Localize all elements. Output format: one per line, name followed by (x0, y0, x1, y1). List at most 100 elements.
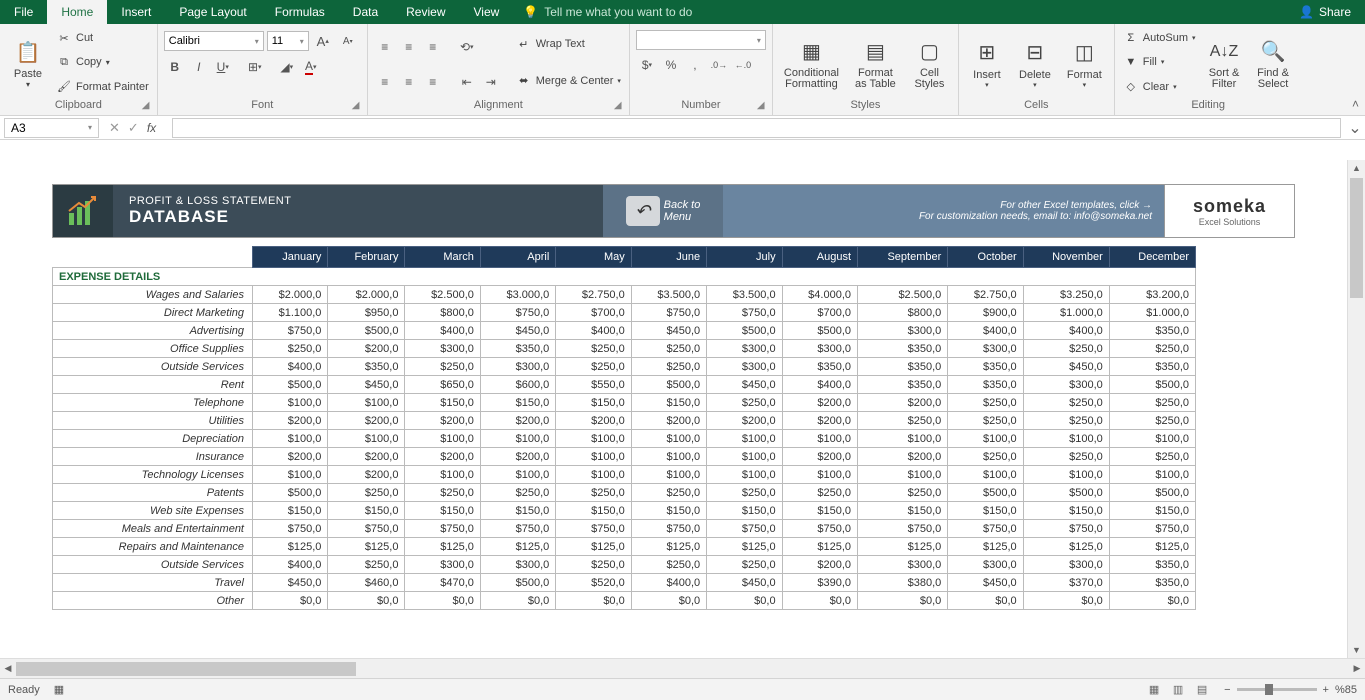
horizontal-scrollbar[interactable]: ◀ ▶ (0, 658, 1365, 678)
insert-cells-button[interactable]: ⊞Insert▾ (965, 26, 1009, 99)
cell-value[interactable]: $300,0 (858, 556, 948, 574)
cell-value[interactable]: $250,0 (1109, 448, 1195, 466)
cell-value[interactable]: $4.000,0 (782, 286, 857, 304)
cell-value[interactable]: $250,0 (1109, 394, 1195, 412)
cell-value[interactable]: $800,0 (405, 304, 480, 322)
share-button[interactable]: 👤Share (1285, 5, 1365, 19)
cell-value[interactable]: $450,0 (948, 574, 1023, 592)
decrease-indent-button[interactable]: ⇤ (456, 71, 478, 93)
cell-value[interactable]: $100,0 (328, 430, 405, 448)
cell-value[interactable]: $0,0 (948, 592, 1023, 610)
cell-value[interactable]: $200,0 (405, 412, 480, 430)
cell-value[interactable]: $100,0 (556, 448, 631, 466)
scroll-left-arrow[interactable]: ◀ (0, 663, 16, 674)
cell-value[interactable]: $125,0 (556, 538, 631, 556)
cell-value[interactable]: $300,0 (858, 322, 948, 340)
cell-value[interactable]: $400,0 (1023, 322, 1109, 340)
cell-value[interactable]: $350,0 (858, 340, 948, 358)
cell-value[interactable]: $500,0 (707, 322, 782, 340)
table-row[interactable]: Utilities$200,0$200,0$200,0$200,0$200,0$… (53, 412, 1196, 430)
cell-value[interactable]: $150,0 (253, 502, 328, 520)
increase-font-button[interactable]: A▴ (312, 30, 334, 52)
cell-value[interactable]: $125,0 (782, 538, 857, 556)
table-row[interactable]: Outside Services$400,0$250,0$300,0$300,0… (53, 556, 1196, 574)
number-dialog-launcher[interactable]: ◢ (757, 100, 769, 112)
cell-value[interactable]: $125,0 (1023, 538, 1109, 556)
cell-value[interactable]: $100,0 (707, 448, 782, 466)
cell-value[interactable]: $100,0 (556, 430, 631, 448)
table-row[interactable]: Direct Marketing$1.100,0$950,0$800,0$750… (53, 304, 1196, 322)
cell-value[interactable]: $150,0 (405, 394, 480, 412)
cell-value[interactable]: $150,0 (631, 394, 706, 412)
table-row[interactable]: Other$0,0$0,0$0,0$0,0$0,0$0,0$0,0$0,0$0,… (53, 592, 1196, 610)
cell-value[interactable]: $750,0 (707, 520, 782, 538)
cell-value[interactable]: $100,0 (253, 466, 328, 484)
cell-value[interactable]: $250,0 (556, 358, 631, 376)
align-right-button[interactable]: ≡ (422, 71, 444, 93)
collapse-ribbon-button[interactable]: ˄ (1352, 97, 1359, 111)
cell-value[interactable]: $200,0 (858, 394, 948, 412)
cell-value[interactable]: $100,0 (782, 430, 857, 448)
cell-value[interactable]: $250,0 (328, 484, 405, 502)
expand-formula-bar[interactable]: ⌄ (1345, 118, 1365, 138)
cell-value[interactable]: $2.000,0 (328, 286, 405, 304)
cell-value[interactable]: $400,0 (948, 322, 1023, 340)
cell-value[interactable]: $750,0 (631, 520, 706, 538)
cell-value[interactable]: $125,0 (253, 538, 328, 556)
cell-value[interactable]: $200,0 (782, 394, 857, 412)
cell-value[interactable]: $750,0 (480, 520, 555, 538)
cell-value[interactable]: $450,0 (480, 322, 555, 340)
cell-value[interactable]: $400,0 (782, 376, 857, 394)
table-row[interactable]: Repairs and Maintenance$125,0$125,0$125,… (53, 538, 1196, 556)
cell-value[interactable]: $3.500,0 (707, 286, 782, 304)
cell-value[interactable]: $0,0 (631, 592, 706, 610)
cell-value[interactable]: $250,0 (556, 556, 631, 574)
cell-value[interactable]: $200,0 (480, 448, 555, 466)
cell-value[interactable]: $550,0 (556, 376, 631, 394)
fill-color-button[interactable]: ◢▾ (276, 56, 298, 78)
cell-value[interactable]: $200,0 (782, 412, 857, 430)
cell-value[interactable]: $200,0 (858, 448, 948, 466)
cell-value[interactable]: $250,0 (1023, 394, 1109, 412)
cell-value[interactable]: $250,0 (405, 484, 480, 502)
cell-value[interactable]: $150,0 (631, 502, 706, 520)
cell-value[interactable]: $500,0 (1109, 484, 1195, 502)
cell-value[interactable]: $350,0 (1109, 322, 1195, 340)
autosum-button[interactable]: ΣAutoSum▾ (1121, 27, 1198, 49)
font-size-select[interactable]: 11▾ (267, 31, 309, 51)
cell-value[interactable]: $700,0 (782, 304, 857, 322)
font-color-button[interactable]: A▾ (300, 56, 322, 78)
table-row[interactable]: Insurance$200,0$200,0$200,0$200,0$100,0$… (53, 448, 1196, 466)
cell-value[interactable]: $750,0 (1109, 520, 1195, 538)
cell-value[interactable]: $125,0 (858, 538, 948, 556)
cell-value[interactable]: $350,0 (480, 340, 555, 358)
cell-value[interactable]: $250,0 (948, 394, 1023, 412)
cell-value[interactable]: $100,0 (253, 394, 328, 412)
cell-value[interactable]: $100,0 (948, 430, 1023, 448)
cell-value[interactable]: $400,0 (556, 322, 631, 340)
zoom-out-button[interactable]: − (1224, 684, 1230, 696)
tab-insert[interactable]: Insert (107, 0, 165, 24)
table-row[interactable]: Depreciation$100,0$100,0$100,0$100,0$100… (53, 430, 1196, 448)
table-row[interactable]: Outside Services$400,0$350,0$250,0$300,0… (53, 358, 1196, 376)
cell-value[interactable]: $500,0 (328, 322, 405, 340)
tell-me-search[interactable]: 💡Tell me what you want to do (523, 5, 692, 19)
cell-value[interactable]: $400,0 (253, 358, 328, 376)
cell-value[interactable]: $450,0 (707, 574, 782, 592)
tab-file[interactable]: File (0, 0, 47, 24)
cell-value[interactable]: $125,0 (707, 538, 782, 556)
cell-value[interactable]: $450,0 (631, 322, 706, 340)
format-as-table-button[interactable]: ▤Format as Table (848, 26, 903, 99)
zoom-in-button[interactable]: + (1323, 684, 1329, 696)
orientation-button[interactable]: ⟲▾ (456, 36, 478, 58)
cell-value[interactable]: $250,0 (631, 358, 706, 376)
italic-button[interactable]: I (188, 56, 210, 78)
cell-value[interactable]: $900,0 (948, 304, 1023, 322)
align-bottom-button[interactable]: ≡ (422, 36, 444, 58)
cell-value[interactable]: $125,0 (631, 538, 706, 556)
cell-value[interactable]: $750,0 (948, 520, 1023, 538)
cell-value[interactable]: $950,0 (328, 304, 405, 322)
cell-value[interactable]: $200,0 (405, 448, 480, 466)
cell-value[interactable]: $2.500,0 (858, 286, 948, 304)
cell-value[interactable]: $300,0 (782, 340, 857, 358)
